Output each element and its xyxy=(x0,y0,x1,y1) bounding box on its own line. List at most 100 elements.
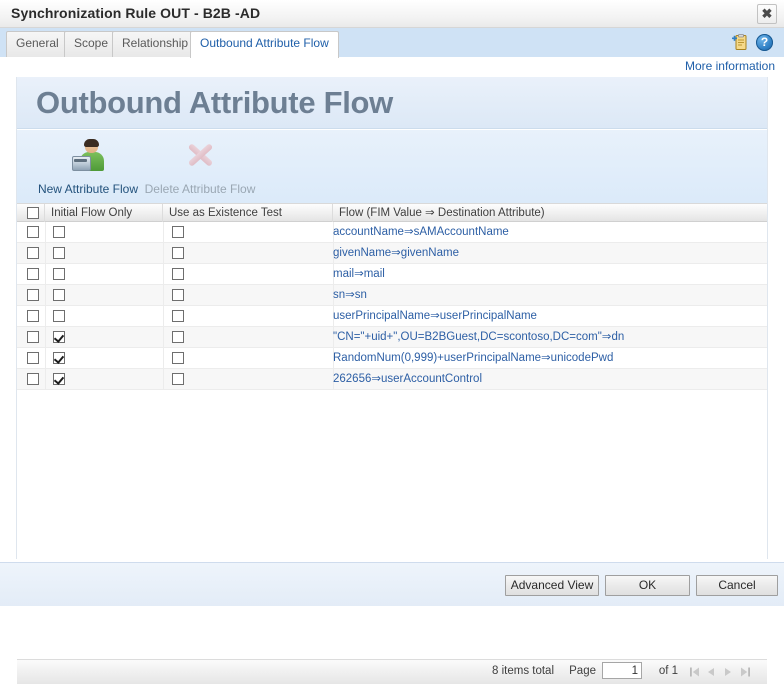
column-separator xyxy=(163,264,164,284)
close-button[interactable]: ✖ xyxy=(757,4,777,24)
delete-attribute-flow-button: Delete Attribute Flow xyxy=(137,133,263,199)
grid-header-initial-flow-only: Initial Flow Only xyxy=(45,204,163,222)
row-select-checkbox[interactable] xyxy=(27,352,39,364)
use-as-existence-test-checkbox[interactable] xyxy=(172,310,184,322)
use-as-existence-test-checkbox[interactable] xyxy=(172,268,184,280)
use-as-existence-test-checkbox[interactable] xyxy=(172,289,184,301)
attribute-flow-link[interactable]: RandomNum(0,999)+userPrincipalName⇒unico… xyxy=(333,348,613,368)
table-row[interactable]: "CN="+uid+",OU=B2BGuest,DC=scontoso,DC=c… xyxy=(17,327,767,348)
column-separator xyxy=(45,369,46,389)
row-select-checkbox[interactable] xyxy=(27,226,39,238)
select-all-checkbox[interactable] xyxy=(27,207,39,219)
delete-attribute-flow-icon-wrap xyxy=(137,133,263,179)
initial-flow-only-checkbox[interactable] xyxy=(53,247,65,259)
close-icon: ✖ xyxy=(761,6,773,21)
initial-flow-only-checkbox[interactable] xyxy=(53,373,65,385)
tab-bar: General Scope Relationship Outbound Attr… xyxy=(0,28,784,58)
grid-header-use-as-existence-test: Use as Existence Test xyxy=(163,204,333,222)
table-row[interactable]: 262656⇒userAccountControl xyxy=(17,369,767,390)
next-page-icon[interactable] xyxy=(720,664,736,680)
tab-outbound-attribute-flow[interactable]: Outbound Attribute Flow xyxy=(190,31,339,58)
attribute-flow-link[interactable]: givenName⇒givenName xyxy=(333,243,459,263)
initial-flow-only-checkbox[interactable] xyxy=(53,352,65,364)
tab-scope[interactable]: Scope xyxy=(64,31,119,57)
row-select-checkbox[interactable] xyxy=(27,268,39,280)
dialog-button-bar: Advanced View OK Cancel xyxy=(0,562,784,606)
new-user-flow-icon xyxy=(71,139,105,173)
new-attribute-flow-label: New Attribute Flow xyxy=(37,182,139,196)
tab-relationship[interactable]: Relationship xyxy=(112,31,199,57)
column-separator xyxy=(163,348,164,368)
tab-bar-actions: ? xyxy=(726,33,776,53)
page-of-label: of 1 xyxy=(658,665,678,677)
column-separator xyxy=(163,243,164,263)
attribute-flow-link[interactable]: 262656⇒userAccountControl xyxy=(333,369,482,389)
row-select-checkbox[interactable] xyxy=(27,373,39,385)
attribute-flow-grid: Initial Flow Only Use as Existence Test … xyxy=(17,203,767,684)
previous-page-icon[interactable] xyxy=(703,664,719,680)
grid-header-select xyxy=(17,204,45,222)
attribute-flow-link[interactable]: accountName⇒sAMAccountName xyxy=(333,222,509,242)
grid-pager: 8 items total Page of 1 xyxy=(17,659,767,684)
attribute-flow-link[interactable]: userPrincipalName⇒userPrincipalName xyxy=(333,306,537,326)
table-row[interactable]: sn⇒sn xyxy=(17,285,767,306)
use-as-existence-test-checkbox[interactable] xyxy=(172,331,184,343)
table-row[interactable]: userPrincipalName⇒userPrincipalName xyxy=(17,306,767,327)
column-separator xyxy=(163,306,164,326)
more-information-row: More information xyxy=(0,57,784,77)
help-glyph: ? xyxy=(760,35,769,49)
card-machine-slot xyxy=(74,159,87,162)
initial-flow-only-checkbox[interactable] xyxy=(53,268,65,280)
row-select-checkbox[interactable] xyxy=(27,289,39,301)
initial-flow-only-checkbox[interactable] xyxy=(53,289,65,301)
attribute-flow-link[interactable]: sn⇒sn xyxy=(333,285,367,305)
column-separator xyxy=(163,222,164,242)
use-as-existence-test-checkbox[interactable] xyxy=(172,226,184,238)
ok-button[interactable]: OK xyxy=(605,575,690,596)
table-row[interactable]: accountName⇒sAMAccountName xyxy=(17,222,767,243)
row-select-checkbox[interactable] xyxy=(27,331,39,343)
cancel-button[interactable]: Cancel xyxy=(696,575,778,596)
initial-flow-only-checkbox[interactable] xyxy=(53,310,65,322)
table-row[interactable]: mail⇒mail xyxy=(17,264,767,285)
use-as-existence-test-checkbox[interactable] xyxy=(172,247,184,259)
dialog-title: Synchronization Rule OUT - B2B -AD xyxy=(11,5,261,21)
column-separator xyxy=(45,327,46,347)
more-information-link[interactable]: More information xyxy=(685,59,775,73)
sync-rule-dialog: Synchronization Rule OUT - B2B -AD ✖ Gen… xyxy=(0,0,784,684)
use-as-existence-test-checkbox[interactable] xyxy=(172,373,184,385)
attribute-flow-link[interactable]: "CN="+uid+",OU=B2BGuest,DC=scontoso,DC=c… xyxy=(333,327,624,347)
page-number-input[interactable] xyxy=(602,662,642,679)
delete-attribute-flow-label: Delete Attribute Flow xyxy=(144,182,256,196)
last-page-icon[interactable] xyxy=(737,664,753,680)
column-separator xyxy=(163,285,164,305)
new-attribute-flow-icon-wrap xyxy=(25,133,151,179)
first-page-icon[interactable] xyxy=(687,664,703,680)
tab-general[interactable]: General xyxy=(6,31,69,57)
items-total-label: 8 items total xyxy=(492,665,554,677)
table-row[interactable]: RandomNum(0,999)+userPrincipalName⇒unico… xyxy=(17,348,767,369)
dialog-title-bar: Synchronization Rule OUT - B2B -AD ✖ xyxy=(0,0,784,28)
row-select-checkbox[interactable] xyxy=(27,247,39,259)
help-icon[interactable]: ? xyxy=(756,34,773,51)
table-row[interactable]: givenName⇒givenName xyxy=(17,243,767,264)
initial-flow-only-checkbox[interactable] xyxy=(53,226,65,238)
grid-toolbar: New Attribute Flow Delete Attribute Flow xyxy=(17,130,767,203)
column-separator xyxy=(45,306,46,326)
row-select-checkbox[interactable] xyxy=(27,310,39,322)
column-separator xyxy=(163,327,164,347)
column-separator xyxy=(45,243,46,263)
initial-flow-only-checkbox[interactable] xyxy=(53,331,65,343)
attribute-flow-link[interactable]: mail⇒mail xyxy=(333,264,385,284)
new-attribute-flow-button[interactable]: New Attribute Flow xyxy=(25,133,151,199)
page-title: Outbound Attribute Flow xyxy=(36,85,393,120)
use-as-existence-test-checkbox[interactable] xyxy=(172,352,184,364)
person-hair xyxy=(84,139,99,147)
page-heading-band: Outbound Attribute Flow xyxy=(17,77,767,129)
grid-header-flow: Flow (FIM Value ⇒ Destination Attribute) xyxy=(339,207,545,219)
column-separator xyxy=(163,369,164,389)
advanced-view-button[interactable]: Advanced View xyxy=(505,575,599,596)
grid-header-row: Initial Flow Only Use as Existence Test … xyxy=(17,203,767,222)
column-separator xyxy=(45,264,46,284)
new-copy-icon[interactable] xyxy=(732,34,748,51)
